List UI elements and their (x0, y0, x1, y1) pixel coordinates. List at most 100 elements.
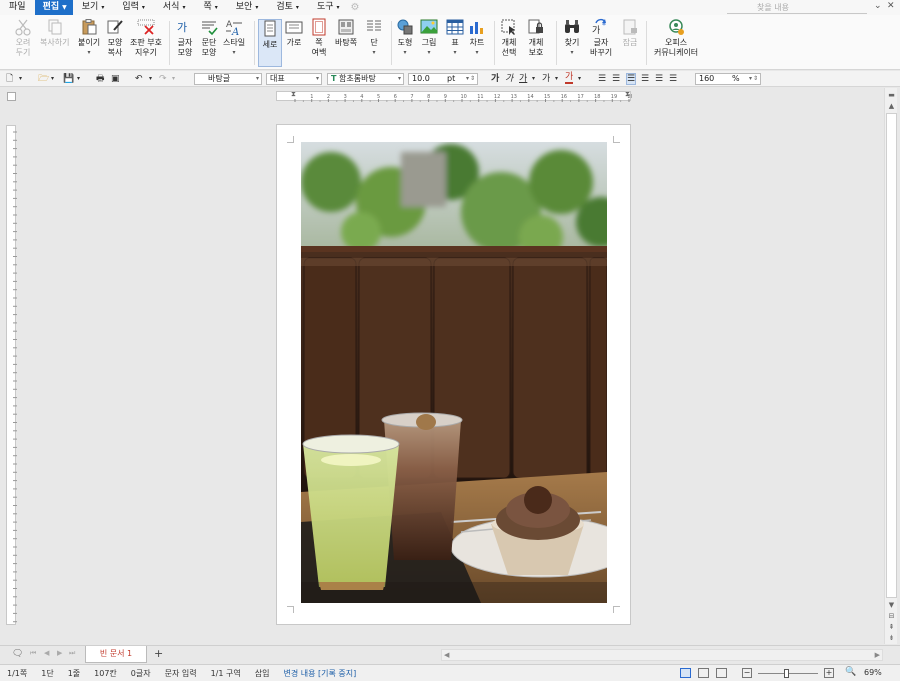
save-icon[interactable]: 💾 (63, 73, 74, 85)
table-button[interactable]: 표 ▾ (446, 18, 464, 68)
prev-page-icon[interactable]: ⊟ (886, 611, 897, 621)
menu-edit[interactable]: 편집 ▼ (34, 0, 73, 15)
new-doc-icon[interactable]: 🗋 (6, 73, 13, 85)
scroll-left-icon[interactable]: ◀ (444, 651, 449, 659)
inserted-photo[interactable] (301, 142, 607, 603)
font-select[interactable]: T 함초롬바탕 ▾ (327, 73, 404, 85)
clear-marks-button[interactable]: 조판 부호 지우기 (130, 18, 162, 68)
open-folder-icon[interactable]: 🗁 (38, 73, 49, 85)
settings-icon[interactable]: ⚙ (351, 2, 360, 13)
cut-button[interactable]: 오려 두기 (14, 18, 32, 68)
replace-button[interactable]: 가 * 글자 바꾸기 (590, 18, 612, 68)
menu-insert[interactable]: 입력 ▾ (113, 0, 154, 15)
search-input[interactable]: 찾을 내용 (727, 1, 867, 14)
horizontal-scrollbar[interactable]: ◀ ▶ (441, 649, 883, 661)
menu-tools[interactable]: 도구 ▾ (308, 0, 349, 15)
status-input-mode[interactable]: 문자 입력 (158, 668, 204, 679)
chevron-down-icon[interactable]: ▾ (578, 73, 581, 85)
underline-button[interactable]: 가 (519, 73, 527, 85)
view-normal-icon[interactable] (680, 668, 691, 678)
office-communicator-button[interactable]: 오피스 커뮤니케이터 (654, 18, 698, 68)
ruler-corner[interactable] (7, 92, 16, 101)
menu-review[interactable]: 검토 ▾ (267, 0, 308, 15)
page-margins-button[interactable]: 쪽 여백 (310, 18, 328, 68)
print-icon[interactable]: 🖶 (96, 73, 105, 85)
chevron-down-icon[interactable]: ▾ (77, 73, 80, 85)
text-color-button[interactable]: 가 (565, 73, 574, 84)
select-object-button[interactable]: 개체 선택 (500, 18, 518, 68)
comment-icon[interactable]: 🗨 (12, 649, 23, 659)
chevron-down-icon[interactable]: ▾ (172, 73, 175, 85)
tab-nav-first-icon[interactable]: ⏮ (30, 649, 36, 658)
para-shape-button[interactable]: 문단 모양 (200, 18, 218, 68)
zoom-slider-thumb[interactable] (784, 669, 789, 678)
view-outline-icon[interactable] (716, 668, 727, 678)
picture-button[interactable]: 그림 ▾ (420, 18, 438, 68)
shape-button[interactable]: 도형 ▾ (396, 18, 414, 68)
align-justify-icon[interactable]: ☰ (598, 73, 606, 85)
scroll-up-icon[interactable]: ▲ (886, 101, 897, 111)
chevron-down-icon[interactable]: ▾ (149, 73, 152, 85)
menu-view[interactable]: 보기 ▾ (73, 0, 114, 15)
align-center-icon[interactable]: ☰ (626, 73, 637, 85)
page-up-button[interactable]: ▬ (886, 90, 897, 100)
style-select[interactable]: 바탕글 ▾ (194, 73, 262, 85)
chevron-down-icon[interactable]: ▾ (51, 73, 54, 85)
zoom-out-icon[interactable]: − (742, 668, 752, 678)
tab-nav-next-icon[interactable]: ▶ (57, 649, 62, 657)
close-icon[interactable]: ✕ (887, 1, 895, 11)
columns-button[interactable]: 단 ▾ (365, 18, 383, 68)
lock-button[interactable]: 잠금 (621, 18, 639, 68)
horizontal-ruler[interactable]: 1234567891011121314151617181920 ⧗ ⧗ (276, 90, 632, 102)
zoom-select[interactable]: 160% ▾ ⇕ (695, 73, 761, 85)
add-tab-button[interactable]: + (154, 647, 163, 660)
vertical-ruler[interactable] (6, 125, 17, 625)
format-copy-button[interactable]: 모양 복사 (106, 18, 124, 68)
find-button[interactable]: 찾기 ▾ (563, 18, 581, 68)
protect-object-button[interactable]: 개체 보호 (527, 18, 545, 68)
scroll-thumb[interactable] (886, 113, 897, 598)
align-left-icon[interactable]: ☰ (612, 73, 620, 85)
tab-document[interactable]: 빈 문서 1 (85, 646, 147, 663)
paste-button[interactable]: 붙이기 ▾ (78, 18, 100, 68)
status-zoom[interactable]: 69% (864, 668, 882, 677)
double-down-icon[interactable]: ⇟ (886, 633, 897, 643)
indent-marker-right-icon[interactable]: ⧗ (625, 90, 630, 99)
tab-nav-last-icon[interactable]: ⏭ (69, 649, 75, 658)
status-page[interactable]: 1/1쪽 (0, 668, 34, 679)
chevron-down-icon[interactable]: ⌄ (874, 1, 882, 11)
scroll-right-icon[interactable]: ▶ (875, 651, 880, 659)
chart-button[interactable]: 차트 ▾ (468, 18, 486, 68)
language-select[interactable]: 대표 ▾ (266, 73, 322, 85)
preview-icon[interactable]: ▣ (111, 73, 120, 85)
menu-format[interactable]: 서식 ▾ (154, 0, 195, 15)
menu-page[interactable]: 쪽 ▾ (194, 0, 226, 15)
tab-nav-prev-icon[interactable]: ◀ (44, 649, 49, 657)
status-insert[interactable]: 삽입 (248, 668, 277, 679)
align-distribute-icon[interactable]: ☰ (655, 73, 663, 85)
double-up-icon[interactable]: ⇞ (886, 622, 897, 632)
chevron-down-icon[interactable]: ▾ (532, 73, 535, 85)
indent-marker-left-icon[interactable]: ⧗ (291, 90, 296, 99)
menu-security[interactable]: 보안 ▾ (227, 0, 268, 15)
style-button[interactable]: AA 스타일 ▾ (223, 18, 245, 68)
font-size-input[interactable]: 10.0 pt ▾ ⇕ (408, 73, 478, 85)
page-bg-button[interactable]: 바탕쪽 (335, 18, 357, 68)
redo-icon[interactable]: ↷ (159, 73, 167, 85)
portrait-button[interactable]: 세로 (258, 19, 282, 67)
chevron-down-icon[interactable]: ▾ (19, 73, 22, 85)
zoom-in-icon[interactable]: + (824, 668, 834, 678)
scroll-down-icon[interactable]: ▼ (886, 600, 897, 610)
copy-button[interactable]: 복사하기 (40, 18, 69, 68)
undo-icon[interactable]: ↶ (135, 73, 143, 85)
status-track-changes[interactable]: 변경 내용 [기록 중지] (276, 668, 363, 679)
italic-button[interactable]: 가 (505, 73, 513, 85)
chevron-down-icon[interactable]: ▾ (555, 73, 558, 85)
view-web-icon[interactable] (698, 668, 709, 678)
char-shape-button[interactable]: 가 글자 모양 (176, 18, 194, 68)
strike-button[interactable]: 가 (542, 73, 550, 85)
zoom-slider[interactable] (758, 669, 818, 678)
magnifier-icon[interactable]: 🔍 (845, 667, 856, 677)
vertical-scrollbar[interactable]: ▬ ▲ ▼ ⊟ ⇞ ⇟ (884, 88, 897, 644)
align-right-icon[interactable]: ☰ (641, 73, 649, 85)
